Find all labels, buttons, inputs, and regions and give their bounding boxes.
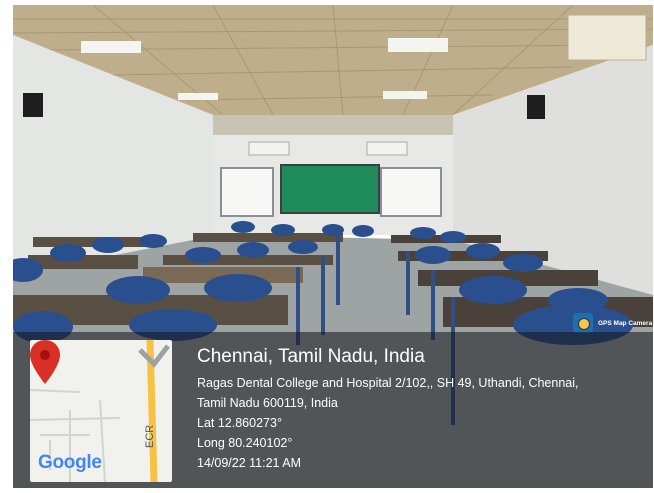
left-window [220, 167, 274, 217]
longitude: Long 80.240102° [197, 436, 293, 450]
road-label: ECR [144, 424, 156, 448]
green-board [280, 164, 380, 214]
right-window [380, 167, 442, 217]
junction-road [138, 344, 170, 368]
image-frame: GPS Map Camera ECR Google Chennai, Tamil… [0, 0, 654, 493]
map-thumbnail: ECR Google [30, 340, 172, 482]
air-conditioner-wall [567, 14, 647, 61]
google-logo: Google [38, 452, 102, 474]
air-conditioner-right [366, 141, 408, 156]
speaker-right [527, 95, 545, 119]
app-badge: GPS Map Camera [573, 313, 652, 333]
speaker-left [23, 93, 43, 117]
google-logo-text: Google [38, 452, 102, 473]
app-name: GPS Map Camera [598, 319, 653, 327]
latitude: Lat 12.860273° [197, 416, 282, 430]
datetime: 14/09/22 11:21 AM [197, 456, 302, 470]
gps-info: Chennai, Tamil Nadu, India Ragas Dental … [197, 346, 649, 473]
address-line-1: Ragas Dental College and Hospital 2/102,… [197, 376, 579, 390]
air-conditioner-left [248, 141, 290, 156]
camera-globe-icon [573, 313, 593, 333]
location-pin-icon [30, 340, 60, 384]
place-title: Chennai, Tamil Nadu, India [197, 346, 425, 367]
address-line-2: Tamil Nadu 600119, India [197, 396, 338, 410]
